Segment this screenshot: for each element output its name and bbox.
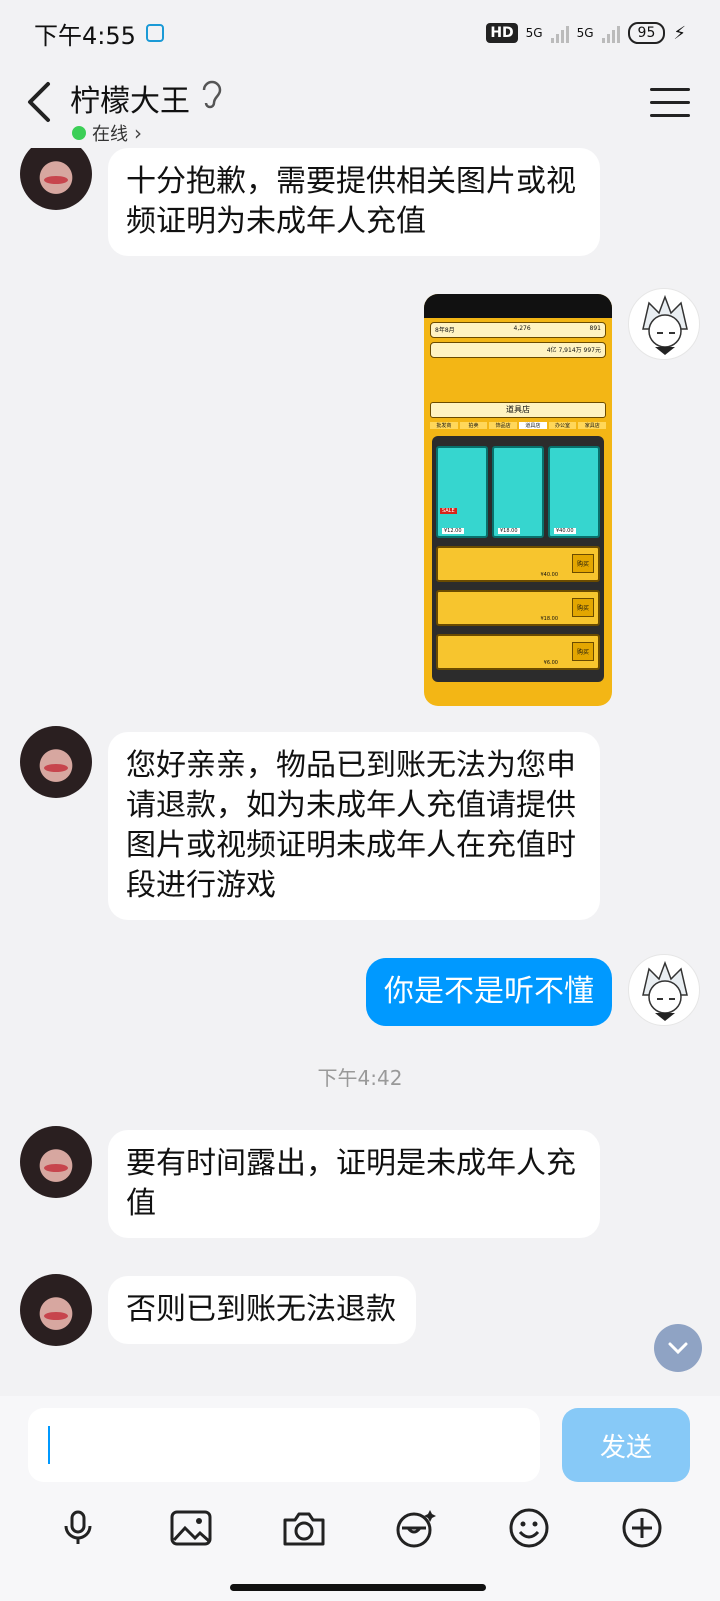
camera-icon bbox=[283, 1512, 325, 1546]
network-label-1: 5G bbox=[525, 26, 543, 40]
back-button[interactable] bbox=[20, 80, 60, 124]
send-button[interactable]: 发送 bbox=[562, 1408, 690, 1482]
contact-avatar[interactable] bbox=[20, 1126, 92, 1198]
menu-button[interactable] bbox=[650, 88, 690, 122]
anime-avatar-icon bbox=[642, 294, 688, 355]
message-bubble[interactable]: 要有时间露出，证明是未成年人充值 bbox=[108, 1130, 600, 1238]
online-label: 在线 bbox=[92, 124, 128, 145]
message-bubble[interactable]: 否则已到账无法退款 bbox=[108, 1276, 416, 1344]
my-avatar[interactable] bbox=[628, 954, 700, 1026]
game-tab: 批发商 bbox=[430, 422, 458, 429]
game-tab: 办公室 bbox=[548, 422, 577, 429]
chevron-right-icon: › bbox=[134, 121, 142, 145]
chevron-down-icon bbox=[668, 1342, 688, 1355]
image-button[interactable] bbox=[163, 1500, 219, 1556]
plus-button[interactable] bbox=[614, 1500, 670, 1556]
signal-icon bbox=[550, 23, 569, 43]
chat-header: 柠檬大王 在线 › bbox=[0, 66, 720, 148]
signal-icon-2 bbox=[601, 23, 620, 43]
charging-icon: ⚡ bbox=[673, 22, 686, 44]
game-buy-button: 购买 bbox=[571, 642, 594, 661]
text-caret bbox=[48, 1426, 50, 1464]
game-stat-1: 8年8月 bbox=[435, 327, 455, 334]
message-bubble[interactable]: 您好亲亲，物品已到账无法为您申请退款，如为未成年人充值请提供图片或视频证明未成年… bbox=[108, 732, 600, 920]
toolbar bbox=[0, 1500, 720, 1560]
game-row-price: ¥6.00 bbox=[543, 660, 558, 666]
game-shop-title: 道具店 bbox=[506, 405, 530, 414]
notification-icon bbox=[145, 24, 164, 42]
game-stat-2: 4,276 bbox=[513, 325, 531, 332]
sticker-icon bbox=[396, 1510, 437, 1548]
sticker-button[interactable] bbox=[388, 1500, 444, 1556]
my-message-bubble[interactable]: 你是不是听不懂 bbox=[366, 958, 612, 1026]
game-screenshot-image[interactable]: 8年8月 4,276 891 4亿 7,914万 997元 道具店 批发商 拍卖… bbox=[424, 294, 612, 706]
menu-icon bbox=[650, 88, 690, 91]
game-card-price: ¥12.00 bbox=[442, 528, 464, 534]
game-tab: 家具店 bbox=[578, 422, 607, 429]
emoji-icon bbox=[509, 1508, 549, 1548]
game-row-price: ¥18.00 bbox=[540, 616, 559, 622]
my-avatar[interactable] bbox=[628, 288, 700, 360]
game-balance: 4亿 7,914万 997元 bbox=[546, 347, 601, 354]
network-label-2: 5G bbox=[576, 26, 594, 40]
anime-avatar-icon bbox=[642, 960, 688, 1021]
message-input[interactable] bbox=[28, 1408, 540, 1482]
contact-name[interactable]: 柠檬大王 bbox=[70, 76, 190, 120]
mic-button[interactable] bbox=[50, 1500, 106, 1556]
ear-icon[interactable] bbox=[198, 80, 224, 110]
game-stat-3: 891 bbox=[589, 325, 601, 332]
game-tab: 饰品店 bbox=[489, 422, 518, 429]
image-icon bbox=[170, 1510, 212, 1546]
scroll-down-button[interactable] bbox=[654, 1324, 702, 1372]
game-buy-button: 购买 bbox=[571, 598, 594, 617]
input-area: 发送 bbox=[0, 1396, 720, 1601]
home-indicator[interactable] bbox=[230, 1584, 486, 1591]
contact-avatar[interactable] bbox=[20, 726, 92, 798]
game-tab: 道具店 bbox=[519, 422, 547, 429]
chat-area[interactable]: 十分抱歉，需要提供相关图片或视频证明为未成年人充值 8年8月 4,276 891… bbox=[0, 148, 720, 1396]
emoji-button[interactable] bbox=[501, 1500, 557, 1556]
mic-icon bbox=[64, 1510, 92, 1544]
online-dot bbox=[72, 126, 86, 140]
status-time: 下午4:55 bbox=[34, 21, 136, 50]
online-status[interactable]: 在线 › bbox=[72, 120, 142, 146]
game-sale-badge: SALE bbox=[440, 508, 457, 514]
hd-badge: HD bbox=[486, 23, 518, 43]
game-row-price: ¥40.00 bbox=[540, 572, 559, 578]
battery-icon: 95 bbox=[627, 22, 666, 44]
message-bubble[interactable]: 十分抱歉，需要提供相关图片或视频证明为未成年人充值 bbox=[108, 148, 600, 256]
game-tab: 拍卖 bbox=[459, 422, 488, 429]
contact-avatar[interactable] bbox=[20, 148, 92, 210]
game-card-price: ¥40.00 bbox=[554, 528, 576, 534]
status-bar: 下午4:55 HD 5G 5G 95 ⚡ bbox=[0, 0, 720, 66]
contact-avatar[interactable] bbox=[20, 1274, 92, 1346]
game-card-price: ¥18.00 bbox=[498, 528, 520, 534]
camera-button[interactable] bbox=[276, 1500, 332, 1556]
plus-icon bbox=[622, 1508, 662, 1548]
game-buy-button: 购买 bbox=[571, 554, 594, 573]
time-stamp: 下午4:42 bbox=[317, 1066, 403, 1090]
